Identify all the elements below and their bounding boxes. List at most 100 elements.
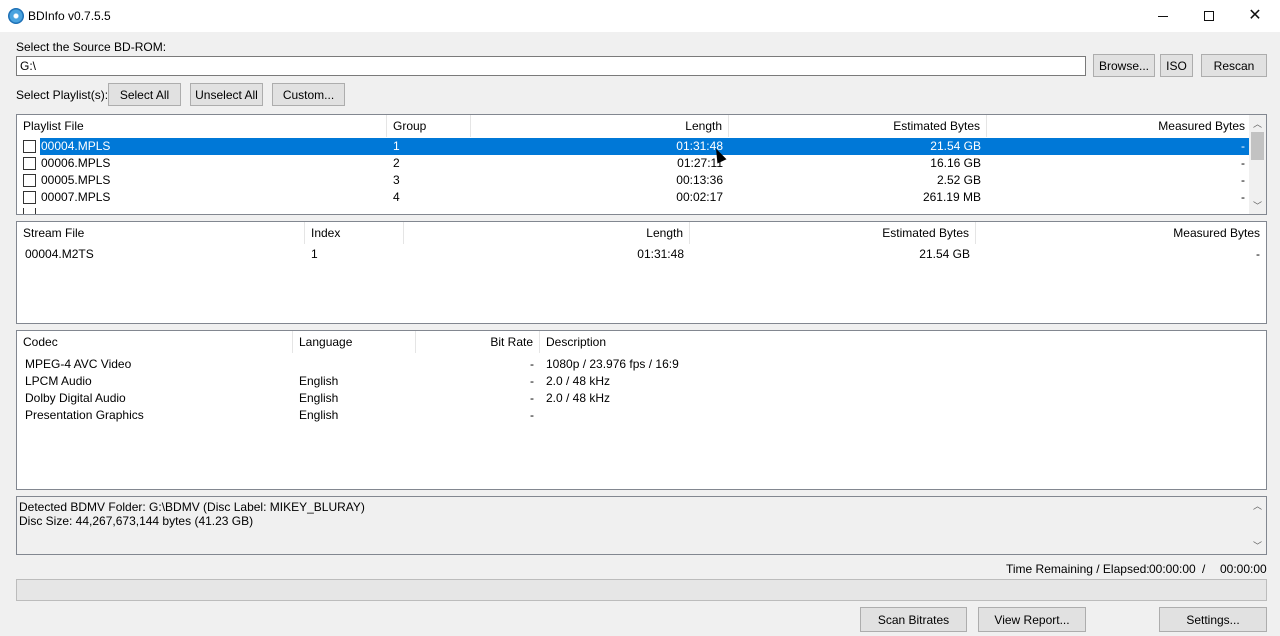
table-row-partial[interactable] bbox=[17, 208, 1251, 214]
iso-button[interactable]: ISO bbox=[1160, 54, 1193, 77]
stream-measured: - bbox=[1256, 247, 1260, 261]
col-estimated-bytes[interactable]: Estimated Bytes bbox=[729, 115, 987, 137]
log-scrollbar[interactable]: ︿ ﹀ bbox=[1249, 497, 1266, 554]
playlist-checkbox[interactable] bbox=[23, 191, 36, 204]
minimize-button[interactable] bbox=[1140, 0, 1186, 32]
stream-table[interactable]: Stream File Index Length Estimated Bytes… bbox=[16, 221, 1267, 324]
col-playlist-file[interactable]: Playlist File bbox=[17, 115, 387, 137]
codec-bitrate: - bbox=[530, 408, 534, 422]
col-stream-file[interactable]: Stream File bbox=[17, 222, 305, 244]
playlist-group: 4 bbox=[393, 190, 400, 204]
window-title: BDInfo v0.7.5.5 bbox=[28, 9, 111, 23]
col-language[interactable]: Language bbox=[293, 331, 416, 353]
playlist-file: 00006.MPLS bbox=[41, 156, 111, 170]
minimize-icon bbox=[1158, 15, 1168, 17]
codec-table[interactable]: Codec Language Bit Rate Description MPEG… bbox=[16, 330, 1267, 490]
playlist-group: 3 bbox=[393, 173, 400, 187]
playlist-measured: - bbox=[987, 138, 1251, 155]
stream-index: 1 bbox=[311, 247, 318, 261]
table-row[interactable]: 00007.MPLS 4 00:02:17 261.19 MB - bbox=[17, 189, 1251, 206]
time-remaining: 00:00:00 bbox=[1149, 562, 1196, 576]
col-estimated-bytes[interactable]: Estimated Bytes bbox=[690, 222, 976, 244]
col-length[interactable]: Length bbox=[404, 222, 690, 244]
col-group[interactable]: Group bbox=[387, 115, 471, 137]
stream-file: 00004.M2TS bbox=[25, 247, 94, 261]
col-codec[interactable]: Codec bbox=[17, 331, 293, 353]
playlist-length: 01:27:11 bbox=[677, 156, 723, 170]
settings-button[interactable]: Settings... bbox=[1159, 607, 1267, 632]
playlist-header: Playlist File Group Length Estimated Byt… bbox=[17, 115, 1266, 137]
time-separator: / bbox=[1202, 562, 1206, 576]
source-label: Select the Source BD-ROM: bbox=[16, 40, 167, 54]
table-row[interactable]: 00006.MPLS 2 01:27:11 16.16 GB - bbox=[17, 155, 1251, 172]
col-bit-rate[interactable]: Bit Rate bbox=[416, 331, 540, 353]
table-row[interactable]: 00005.MPLS 3 00:13:36 2.52 GB - bbox=[17, 172, 1251, 189]
codec-header: Codec Language Bit Rate Description bbox=[17, 331, 1266, 353]
log-line-folder: Detected BDMV Folder: G:\BDMV (Disc Labe… bbox=[19, 500, 365, 514]
codec-language: English bbox=[299, 391, 339, 405]
table-row[interactable]: 00004.M2TS 1 01:31:48 21.54 GB - bbox=[17, 246, 1266, 263]
scroll-up-icon[interactable]: ︿ bbox=[1249, 497, 1266, 514]
col-index[interactable]: Index bbox=[305, 222, 404, 244]
disc-icon bbox=[8, 8, 24, 24]
playlist-estimated: 2.52 GB bbox=[936, 173, 981, 187]
playlist-table[interactable]: Playlist File Group Length Estimated Byt… bbox=[16, 114, 1267, 215]
table-row[interactable]: Dolby Digital Audio English - 2.0 / 48 k… bbox=[17, 390, 1266, 407]
col-measured-bytes[interactable]: Measured Bytes bbox=[987, 115, 1251, 137]
codec-description: 2.0 / 48 kHz bbox=[546, 374, 611, 388]
playlist-checkbox[interactable] bbox=[23, 140, 36, 153]
codec-name: Presentation Graphics bbox=[25, 408, 144, 422]
scroll-down-icon[interactable]: ﹀ bbox=[1249, 537, 1266, 554]
playlist-label: Select Playlist(s): bbox=[16, 88, 109, 102]
close-icon: ✕ bbox=[1248, 7, 1262, 24]
log-textarea[interactable]: Detected BDMV Folder: G:\BDMV (Disc Labe… bbox=[16, 496, 1267, 555]
table-row[interactable]: LPCM Audio English - 2.0 / 48 kHz bbox=[17, 373, 1266, 390]
stream-estimated: 21.54 GB bbox=[919, 247, 970, 261]
playlist-checkbox[interactable] bbox=[23, 208, 36, 214]
stream-header: Stream File Index Length Estimated Bytes… bbox=[17, 222, 1266, 244]
playlist-group: 2 bbox=[393, 156, 400, 170]
codec-language: English bbox=[299, 408, 339, 422]
time-label: Time Remaining / Elapsed: bbox=[1006, 562, 1150, 576]
stream-length: 01:31:48 bbox=[637, 247, 684, 261]
playlist-measured: - bbox=[1241, 190, 1245, 204]
col-length[interactable]: Length bbox=[471, 115, 729, 137]
table-row[interactable]: MPEG-4 AVC Video - 1080p / 23.976 fps / … bbox=[17, 356, 1266, 373]
log-line-size: Disc Size: 44,267,673,144 bytes (41.23 G… bbox=[19, 514, 254, 528]
codec-bitrate: - bbox=[530, 391, 534, 405]
scroll-thumb[interactable] bbox=[1251, 132, 1264, 160]
table-row[interactable]: Presentation Graphics English - bbox=[17, 407, 1266, 424]
playlist-estimated: 21.54 GB bbox=[729, 138, 987, 155]
view-report-button[interactable]: View Report... bbox=[978, 607, 1086, 632]
codec-language bbox=[293, 356, 416, 373]
codec-name: LPCM Audio bbox=[25, 374, 92, 388]
playlist-checkbox[interactable] bbox=[23, 157, 36, 170]
playlist-length: 01:31:48 bbox=[471, 138, 729, 155]
scan-bitrates-button[interactable]: Scan Bitrates bbox=[860, 607, 967, 632]
table-row[interactable]: 00004.MPLS 1 01:31:48 21.54 GB - bbox=[17, 137, 1251, 156]
scroll-up-icon[interactable]: ︿ bbox=[1249, 115, 1266, 132]
unselect-all-button[interactable]: Unselect All bbox=[190, 83, 263, 106]
codec-bitrate: - bbox=[530, 357, 534, 371]
playlist-file: 00007.MPLS bbox=[41, 190, 111, 204]
playlist-file: 00004.MPLS bbox=[39, 137, 388, 156]
select-all-button[interactable]: Select All bbox=[108, 83, 181, 106]
source-path-input[interactable]: G:\ bbox=[16, 56, 1086, 76]
rescan-button[interactable]: Rescan bbox=[1201, 54, 1267, 77]
maximize-button[interactable] bbox=[1186, 0, 1232, 32]
col-measured-bytes[interactable]: Measured Bytes bbox=[976, 222, 1266, 244]
playlist-group: 1 bbox=[387, 138, 471, 155]
playlist-estimated: 16.16 GB bbox=[930, 156, 981, 170]
codec-bitrate: - bbox=[530, 374, 534, 388]
col-description[interactable]: Description bbox=[540, 331, 1266, 353]
playlist-length: 00:13:36 bbox=[676, 173, 723, 187]
playlist-checkbox[interactable] bbox=[23, 174, 36, 187]
close-button[interactable]: ✕ bbox=[1232, 0, 1278, 32]
browse-button[interactable]: Browse... bbox=[1093, 54, 1155, 77]
custom-button[interactable]: Custom... bbox=[272, 83, 345, 106]
playlist-length: 00:02:17 bbox=[676, 190, 723, 204]
playlist-scrollbar[interactable]: ︿ ﹀ bbox=[1249, 115, 1266, 214]
codec-name: MPEG-4 AVC Video bbox=[25, 357, 132, 371]
scroll-down-icon[interactable]: ﹀ bbox=[1249, 197, 1266, 214]
codec-description: 2.0 / 48 kHz bbox=[546, 391, 611, 405]
